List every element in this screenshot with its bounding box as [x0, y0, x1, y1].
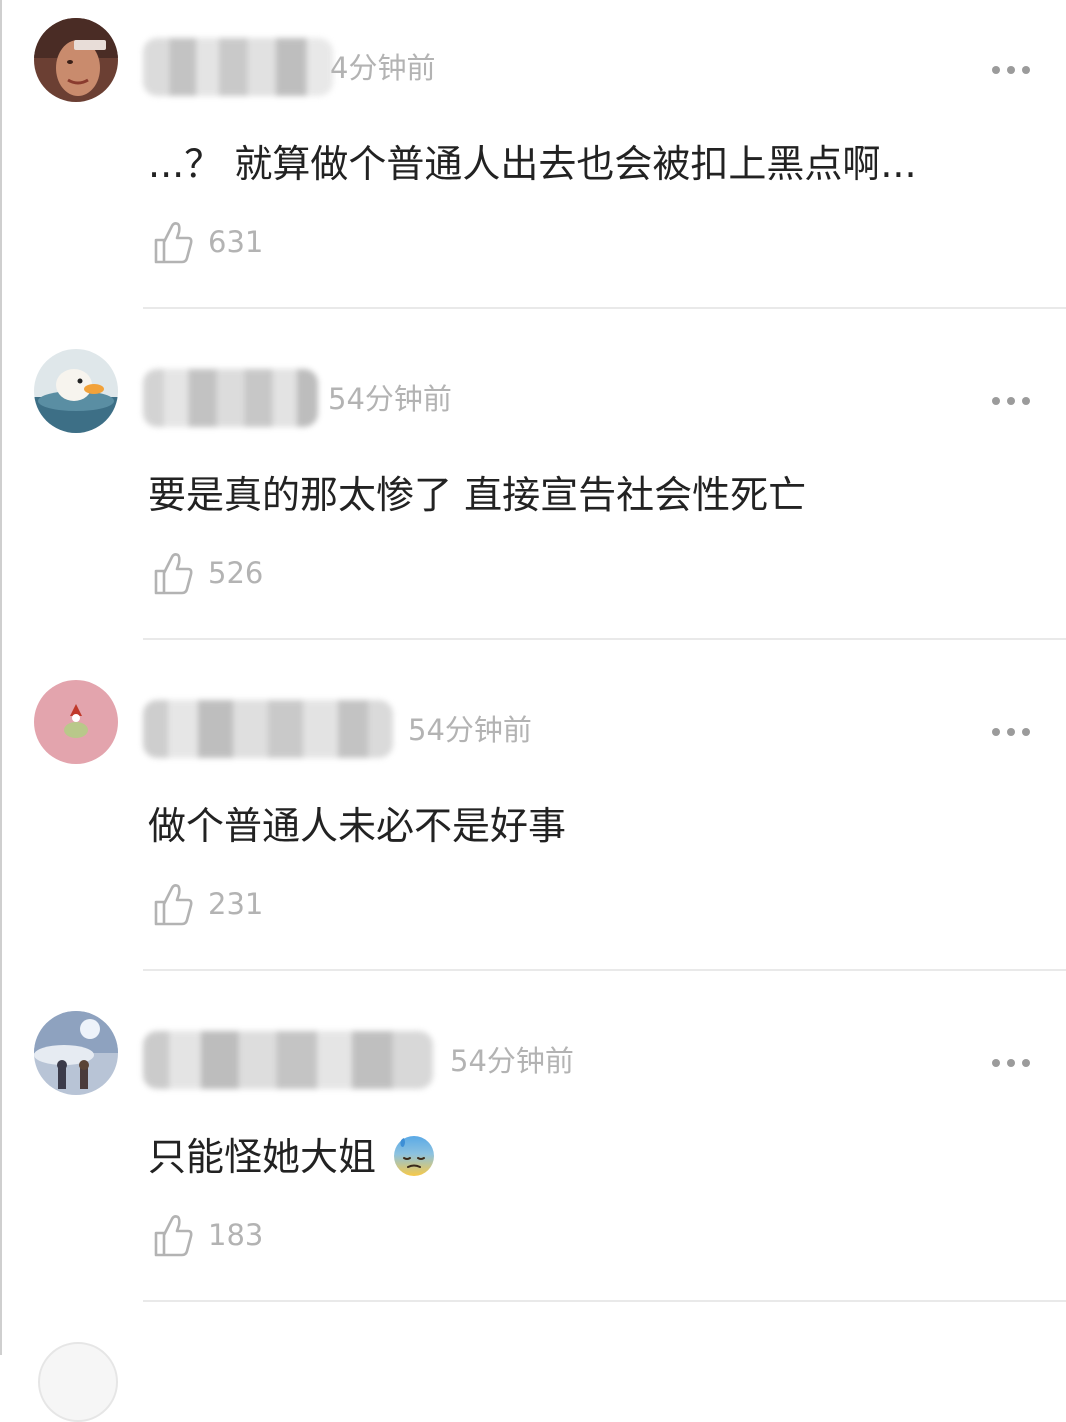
username-blurred[interactable] — [143, 38, 333, 96]
comment-time: 54分钟前 — [408, 713, 532, 747]
duck-avatar-icon — [34, 349, 118, 433]
comment-text: 只能怪她大姐 — [148, 1133, 436, 1181]
user-avatar[interactable] — [34, 349, 118, 433]
user-avatar[interactable] — [34, 18, 118, 102]
downcast-face-with-sweat-emoji-icon — [394, 1136, 435, 1176]
more-options-icon[interactable] — [992, 397, 1030, 405]
divider — [143, 969, 1066, 971]
next-comment-avatar-partial[interactable] — [38, 1342, 118, 1422]
comment-time: 54分钟前 — [328, 382, 452, 416]
comment-item: 4分钟前 ...？ 就算做个普通人出去也会被扣上黑点啊... 631 — [0, 0, 1066, 331]
like-count: 231 — [208, 887, 264, 921]
username-blurred[interactable] — [143, 369, 318, 427]
divider — [143, 1300, 1066, 1302]
like-button[interactable]: 231 — [152, 880, 263, 928]
comment-text: ...？ 就算做个普通人出去也会被扣上黑点啊... — [148, 142, 917, 186]
comment-item: 54分钟前 要是真的那太惨了 直接宣告社会性死亡 526 — [0, 331, 1066, 662]
like-button[interactable]: 631 — [152, 218, 263, 266]
thumbs-up-icon — [154, 1215, 193, 1257]
thumbs-up-icon — [154, 553, 193, 595]
more-options-icon[interactable] — [992, 1059, 1030, 1067]
user-avatar[interactable] — [34, 680, 118, 764]
comment-item: 54分钟前 做个普通人未必不是好事 231 — [0, 662, 1066, 993]
like-count: 526 — [208, 556, 264, 590]
comment-time: 4分钟前 — [330, 51, 436, 85]
username-blurred[interactable] — [143, 700, 393, 758]
comment-text: 做个普通人未必不是好事 — [148, 804, 567, 848]
more-options-icon[interactable] — [992, 66, 1030, 74]
thumbs-up-icon — [154, 222, 193, 264]
like-button[interactable]: 183 — [152, 1211, 263, 1259]
like-count: 631 — [208, 225, 264, 259]
comment-text: 要是真的那太惨了 直接宣告社会性死亡 — [148, 473, 807, 517]
comment-time: 54分钟前 — [450, 1044, 574, 1078]
thumbs-up-icon — [154, 884, 193, 926]
pink-cartoon-avatar-icon — [34, 680, 118, 764]
like-button[interactable]: 526 — [152, 549, 263, 597]
person-photo-avatar-icon — [34, 18, 118, 102]
divider — [143, 638, 1066, 640]
comment-item: 54分钟前 只能怪她大姐 183 — [0, 993, 1066, 1324]
more-options-icon[interactable] — [992, 728, 1030, 736]
divider — [143, 307, 1066, 309]
comment-text-content: 只能怪她大姐 — [148, 1135, 377, 1179]
user-avatar[interactable] — [34, 1011, 118, 1095]
username-blurred[interactable] — [143, 1031, 433, 1089]
anime-sky-avatar-icon — [34, 1011, 118, 1095]
like-count: 183 — [208, 1218, 264, 1252]
